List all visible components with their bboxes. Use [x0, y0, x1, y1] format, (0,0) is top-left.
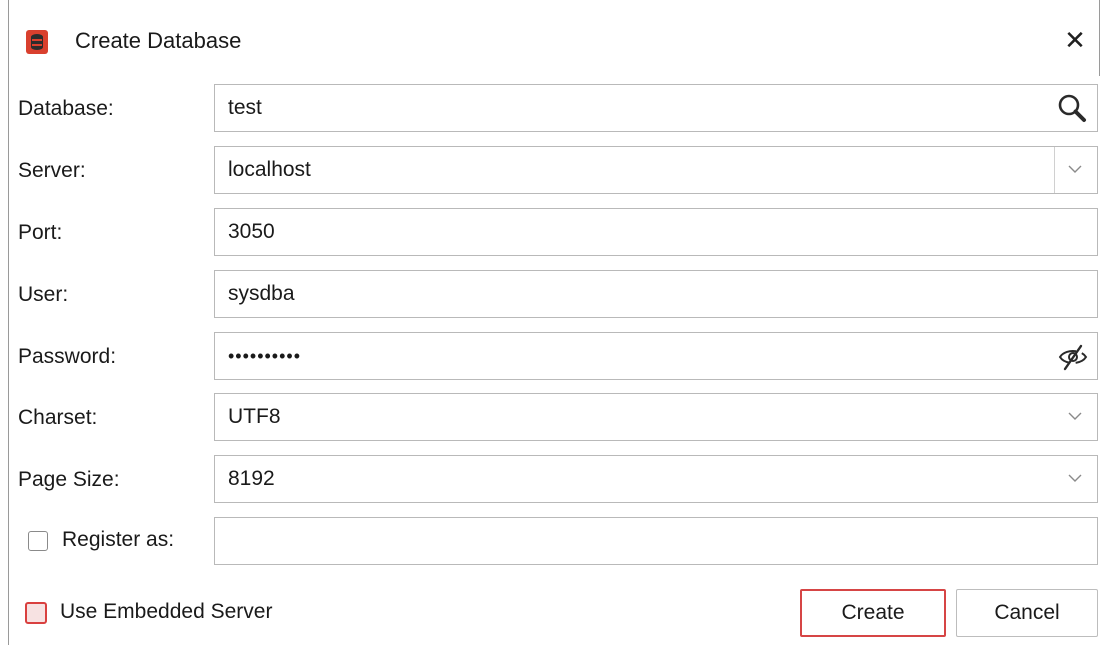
- charset-value[interactable]: UTF8: [228, 394, 281, 440]
- user-value[interactable]: sysdba: [228, 271, 295, 317]
- database-app-icon: [26, 30, 48, 54]
- cancel-button[interactable]: Cancel: [956, 589, 1098, 637]
- dialog-left-border: [8, 0, 9, 645]
- register-as-checkbox[interactable]: [28, 531, 48, 551]
- page-size-label: Page Size:: [18, 468, 120, 491]
- database-value[interactable]: test: [228, 85, 262, 131]
- user-label: User:: [18, 283, 69, 306]
- create-button[interactable]: Create: [800, 589, 946, 637]
- database-label: Database:: [18, 97, 114, 120]
- server-value[interactable]: localhost: [228, 147, 311, 193]
- title-bar[interactable]: Create Database ✕: [9, 0, 1099, 80]
- chevron-down-icon[interactable]: [1067, 472, 1083, 484]
- database-field[interactable]: test: [214, 84, 1098, 132]
- charset-select[interactable]: UTF8: [214, 393, 1098, 441]
- create-database-dialog: Create Database ✕ Database: test Server:…: [0, 0, 1101, 645]
- chevron-down-icon: [1068, 165, 1082, 173]
- password-label: Password:: [18, 345, 117, 368]
- register-as-label[interactable]: Register as:: [62, 528, 174, 552]
- chevron-down-icon[interactable]: [1067, 410, 1083, 422]
- user-field[interactable]: sysdba: [214, 270, 1098, 318]
- port-value[interactable]: 3050: [228, 209, 275, 255]
- page-size-value[interactable]: 8192: [228, 456, 275, 502]
- port-field[interactable]: 3050: [214, 208, 1098, 256]
- page-size-select[interactable]: 8192: [214, 455, 1098, 503]
- server-combobox[interactable]: localhost: [214, 146, 1098, 194]
- dialog-right-border: [1099, 0, 1100, 76]
- use-embedded-server-label[interactable]: Use Embedded Server: [60, 600, 272, 624]
- eye-slash-icon[interactable]: [1057, 342, 1089, 372]
- password-field[interactable]: ••••••••••: [214, 332, 1098, 380]
- password-value[interactable]: ••••••••••: [228, 333, 301, 379]
- close-icon[interactable]: ✕: [1064, 25, 1086, 56]
- use-embedded-server-checkbox[interactable]: [25, 602, 47, 624]
- port-label: Port:: [18, 221, 63, 244]
- search-icon[interactable]: [1055, 92, 1089, 126]
- server-dropdown-button[interactable]: [1054, 147, 1097, 193]
- register-as-field[interactable]: [214, 517, 1098, 565]
- charset-label: Charset:: [18, 406, 98, 429]
- server-label: Server:: [18, 159, 86, 182]
- dialog-title: Create Database: [75, 28, 242, 53]
- close-button[interactable]: ✕: [1057, 22, 1093, 58]
